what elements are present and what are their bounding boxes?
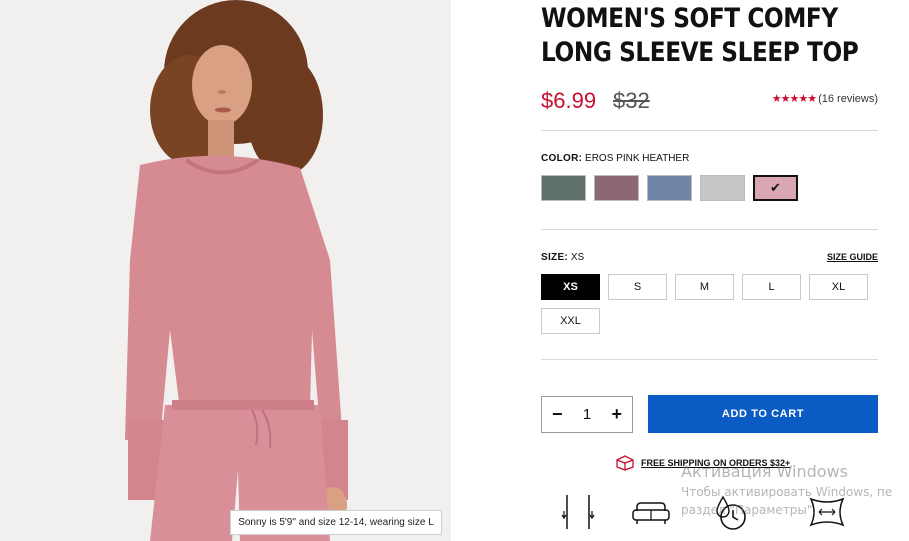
size-guide-link[interactable]: SIZE GUIDE xyxy=(827,252,878,262)
size-option-xl[interactable]: XL xyxy=(809,274,868,300)
size-option-l[interactable]: L xyxy=(742,274,801,300)
color-swatch-mauve[interactable] xyxy=(594,175,639,201)
price-row: $6.99 $32 ★★★★★ (16 reviews) xyxy=(541,88,878,116)
size-options: XS S M L XL XXL xyxy=(541,274,878,334)
stretch-icon xyxy=(561,495,595,529)
free-shipping-text: FREE SHIPPING ON ORDERS $32+ xyxy=(641,458,791,468)
color-swatch-slate-blue[interactable] xyxy=(647,175,692,201)
sofa-icon xyxy=(632,502,670,524)
quick-dry-icon xyxy=(716,495,746,530)
color-swatch-light-gray[interactable] xyxy=(700,175,745,201)
size-selected-name: XS xyxy=(570,252,585,263)
quantity-stepper: − 1 + xyxy=(541,396,633,433)
product-title: WOMEN'S SOFT COMFY LONG SLEEVE SLEEP TOP xyxy=(541,2,859,70)
size-option-m[interactable]: M xyxy=(675,274,734,300)
title-line-1: WOMEN'S SOFT COMFY xyxy=(541,3,838,34)
divider xyxy=(541,130,878,131)
model-size-caption: Sonny is 5'9" and size 12-14, wearing si… xyxy=(230,510,442,535)
color-selected-name: EROS PINK HEATHER xyxy=(585,153,690,164)
title-line-2: LONG SLEEVE SLEEP TOP xyxy=(541,37,859,68)
review-count[interactable]: (16 reviews) xyxy=(818,93,878,105)
size-option-s[interactable]: S xyxy=(608,274,667,300)
size-option-xs[interactable]: XS xyxy=(541,274,600,300)
quantity-increase-button[interactable]: + xyxy=(611,404,622,425)
star-rating-icon: ★★★★★ xyxy=(771,93,817,105)
feature-icons xyxy=(559,493,859,533)
size-label-key: SIZE: xyxy=(541,252,569,263)
color-swatch-eros-pink-heather[interactable]: ✔ xyxy=(753,175,798,201)
divider xyxy=(541,359,878,360)
size-label: SIZE: XS xyxy=(541,252,584,263)
add-to-cart-button[interactable]: ADD TO CART xyxy=(648,395,878,433)
original-price: $32 xyxy=(613,88,650,113)
color-label: COLOR: EROS PINK HEATHER xyxy=(541,153,689,164)
quantity-decrease-button[interactable]: − xyxy=(552,404,563,425)
rating[interactable]: ★★★★★ (16 reviews) xyxy=(771,92,878,106)
softness-icon xyxy=(809,497,845,527)
color-swatch-sage[interactable] xyxy=(541,175,586,201)
color-swatches: ✔ xyxy=(541,175,798,201)
size-option-xxl[interactable]: XXL xyxy=(541,308,600,334)
quantity-value[interactable]: 1 xyxy=(583,406,591,423)
free-shipping-link[interactable]: FREE SHIPPING ON ORDERS $32+ xyxy=(615,455,790,471)
shipping-box-icon xyxy=(616,455,634,471)
product-image[interactable]: Sonny is 5'9" and size 12-14, wearing si… xyxy=(0,0,451,541)
checkmark-icon: ✔ xyxy=(770,180,781,195)
divider xyxy=(541,229,878,230)
model-illustration xyxy=(125,0,348,541)
color-label-key: COLOR: xyxy=(541,153,583,164)
sale-price: $6.99 xyxy=(541,88,597,113)
